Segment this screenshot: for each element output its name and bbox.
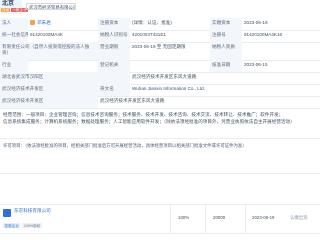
divider bbox=[205, 205, 206, 233]
avatar bbox=[30, 20, 35, 26]
reg-authority-value bbox=[130, 60, 210, 72]
op-period-label: 营业期限 bbox=[98, 42, 130, 60]
approval-date-label: 核准日期 bbox=[210, 60, 242, 72]
scope-summary: 经营范围：一般项目：企业管理咨询；信息技术咨询服务；技术服务、技术开发、技术咨询… bbox=[0, 108, 320, 138]
paid-capital-label: 实缴资本 bbox=[210, 18, 242, 30]
shareholder-logo bbox=[3, 209, 11, 217]
divider bbox=[245, 205, 246, 233]
paid-capital-value: 2023-06-19 bbox=[244, 20, 268, 25]
page-header: 北京 存续 小微企业 武汉市经济贸易有限公司 bbox=[0, 0, 320, 16]
business-scope: 许可项目：（依法须经批准的项目，经相关部门批准后方可开展经营活动，具体经营项目以… bbox=[0, 140, 320, 174]
reg-capital-label: 注册资本 bbox=[98, 18, 130, 30]
shareholder-ratio: 100% bbox=[178, 215, 190, 220]
scope-line-1: 经营范围：一般项目：企业管理咨询；信息技术咨询服务；技术服务、技术开发、技术咨询… bbox=[3, 112, 284, 117]
table-row: 有限责任公司（自然人投资或控股的法人独资） 营业期限 2023-06-19 至 … bbox=[0, 42, 320, 61]
tax-id-value: 4201003T431E1 bbox=[132, 32, 166, 37]
industry-value bbox=[28, 60, 98, 72]
reg-no-label: 注册号 bbox=[210, 30, 242, 42]
op-period-value: 2023-06-19 至 无固定期限 bbox=[132, 44, 186, 49]
shareholder-amount: 20000 bbox=[213, 215, 226, 220]
address2-label: 武汉经济技术开发区 bbox=[0, 96, 98, 108]
reg-authority-label: 登记机关 bbox=[98, 60, 130, 72]
shareholder-tag: 控股企业 bbox=[3, 223, 21, 229]
en-name-value: Wuhan Jianxin Information Co., Ltd. bbox=[132, 86, 205, 91]
legal-rep-label: 法人 bbox=[0, 18, 28, 30]
en-name-label: 英文名 bbox=[98, 84, 130, 96]
company-name-tag[interactable]: 武汉市经济贸易有限公司 bbox=[26, 3, 76, 10]
address-label: 武汉经济技术开发区 bbox=[0, 84, 98, 96]
shareholder-date: 2023-06-19 bbox=[252, 215, 275, 220]
tax-id-label: 纳税人识别号 bbox=[98, 30, 130, 42]
reg-capital-value: (详情：认证、批准) bbox=[132, 20, 172, 25]
address-label-cell bbox=[98, 72, 130, 84]
reg-no-value: 91420100MA4K16 bbox=[244, 32, 283, 37]
taxpayer-value bbox=[242, 42, 320, 60]
org-type-label: 有限责任公司（自然人投资或控股的法人独资） bbox=[0, 42, 98, 60]
approval-date-value: 2023-06-15 bbox=[244, 62, 268, 67]
address2-value: 武汉经济技术开发区东风大道路 bbox=[100, 98, 165, 103]
industry-label: 行业 bbox=[0, 60, 28, 72]
credit-code-label: 统一社会信用代码 bbox=[0, 30, 28, 42]
company-logo: 北京 存续 小微企业 bbox=[0, 0, 28, 14]
credit-code-value: 91420100MA4K bbox=[30, 32, 63, 37]
region-label: 湖北省武汉市汉阳区 bbox=[0, 72, 98, 84]
shareholder-name[interactable]: 东京科技有限公司 bbox=[14, 208, 51, 214]
section-gap bbox=[0, 174, 320, 196]
shareholder-row: 东京科技有限公司 控股企业 100%股权 100% 20000 2023-06-… bbox=[0, 204, 320, 234]
status-badges: 存续 小微企业 bbox=[1, 8, 28, 13]
shareholder-tags: 控股企业 100%股权 bbox=[3, 223, 42, 229]
divider bbox=[170, 205, 171, 233]
address-value: 武汉经济技术开发区东风大道路 bbox=[132, 74, 197, 79]
taxpayer-label: 纳税人资质 bbox=[210, 42, 242, 60]
scope-line-3: 许可项目：（依法须经批准的项目，经相关部门批准后方可开展经营活动，具体经营项目以… bbox=[3, 143, 247, 148]
legal-rep-value[interactable]: 邓朱君 bbox=[28, 18, 98, 30]
shareholder-tag: 100%股权 bbox=[22, 223, 42, 229]
status-badge: 存续 bbox=[1, 8, 11, 13]
scope-line-2: 信息系统集成服务；计算机系统服务；数据处理服务；人工智能应用软件开发；（除依法须… bbox=[3, 119, 295, 125]
table-row: 经营范围：一般项目：企业管理咨询；信息技术咨询服务；技术服务、技术开发、技术咨询… bbox=[0, 108, 320, 139]
shareholder-extra: 认缴出资 bbox=[290, 215, 308, 220]
